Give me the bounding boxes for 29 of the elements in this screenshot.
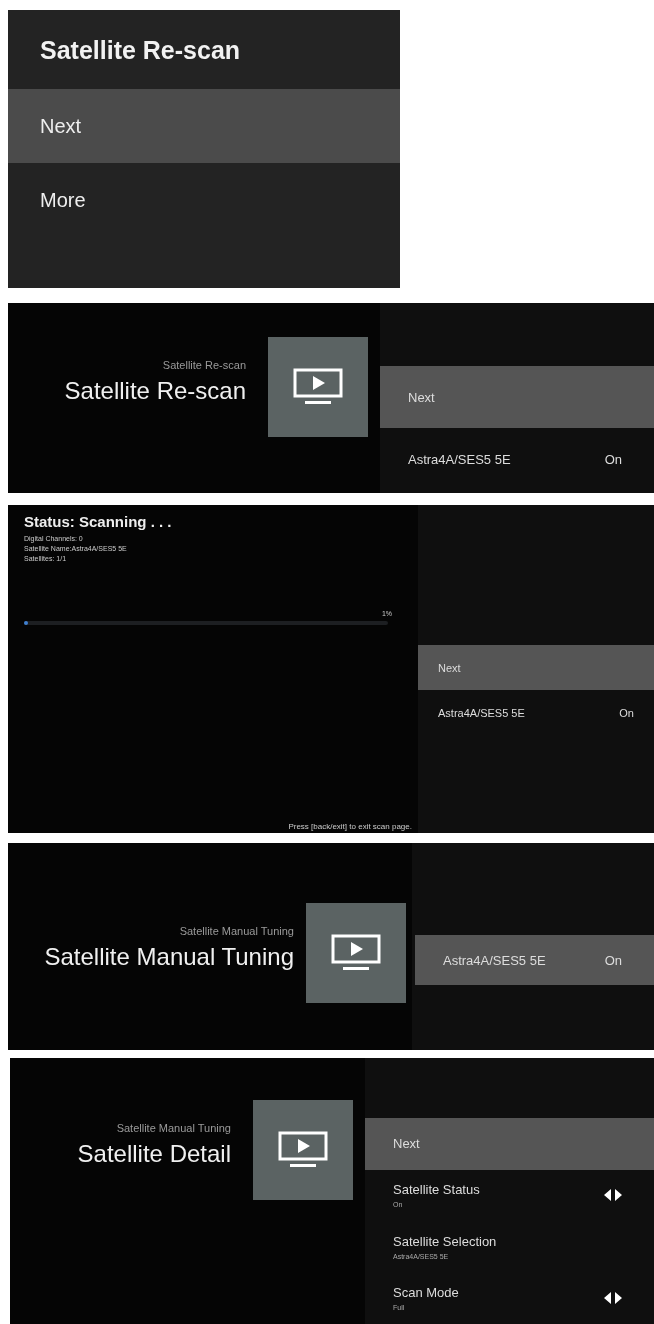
dialog-option[interactable]: Next: [8, 89, 400, 163]
dialog-title: Satellite Re-scan: [39, 35, 242, 66]
page-title: Satellite Manual Tuning: [44, 943, 294, 971]
exit-hint: Press [back/exit] to exit scan page.: [288, 822, 412, 833]
item-label: Satellite Selection: [393, 1233, 497, 1249]
page-title: Satellite Re-scan: [64, 377, 246, 405]
tv-play-icon: [278, 1131, 328, 1169]
breadcrumb: Satellite Manual Tuning: [179, 925, 294, 937]
menu-item[interactable]: Astra4A/SES5 5E On: [380, 428, 654, 490]
item-value: On: [619, 706, 634, 719]
item-label: Scan Mode: [393, 1285, 459, 1301]
breadcrumb: Satellite Manual Tuning: [116, 1122, 231, 1134]
scan-status: Status: Scanning . . .: [24, 513, 173, 530]
page-title: Satellite Detail: [77, 1140, 231, 1168]
menu-item[interactable]: Next: [380, 366, 654, 428]
item-label: Astra4A/SES5 5E: [443, 952, 546, 968]
item-value: On: [604, 451, 622, 467]
item-label: Astra4A/SES5 5E: [438, 706, 525, 719]
menu-item[interactable]: Astra4A/SES5 5E On: [418, 690, 654, 735]
tv-play-icon: [331, 934, 381, 972]
menu-item[interactable]: Next: [418, 645, 654, 690]
item-label: Astra4A/SES5 5E: [408, 451, 511, 467]
item-value: On: [604, 952, 622, 968]
breadcrumb: Satellite Re-scan: [162, 359, 246, 371]
menu-item[interactable]: Next: [365, 1118, 654, 1170]
tv-play-icon: [293, 368, 343, 406]
dialog-option[interactable]: More: [8, 163, 400, 237]
menu-item[interactable]: Astra4A/SES5 5E On: [415, 935, 654, 985]
item-label: Satellite Status: [393, 1182, 480, 1198]
